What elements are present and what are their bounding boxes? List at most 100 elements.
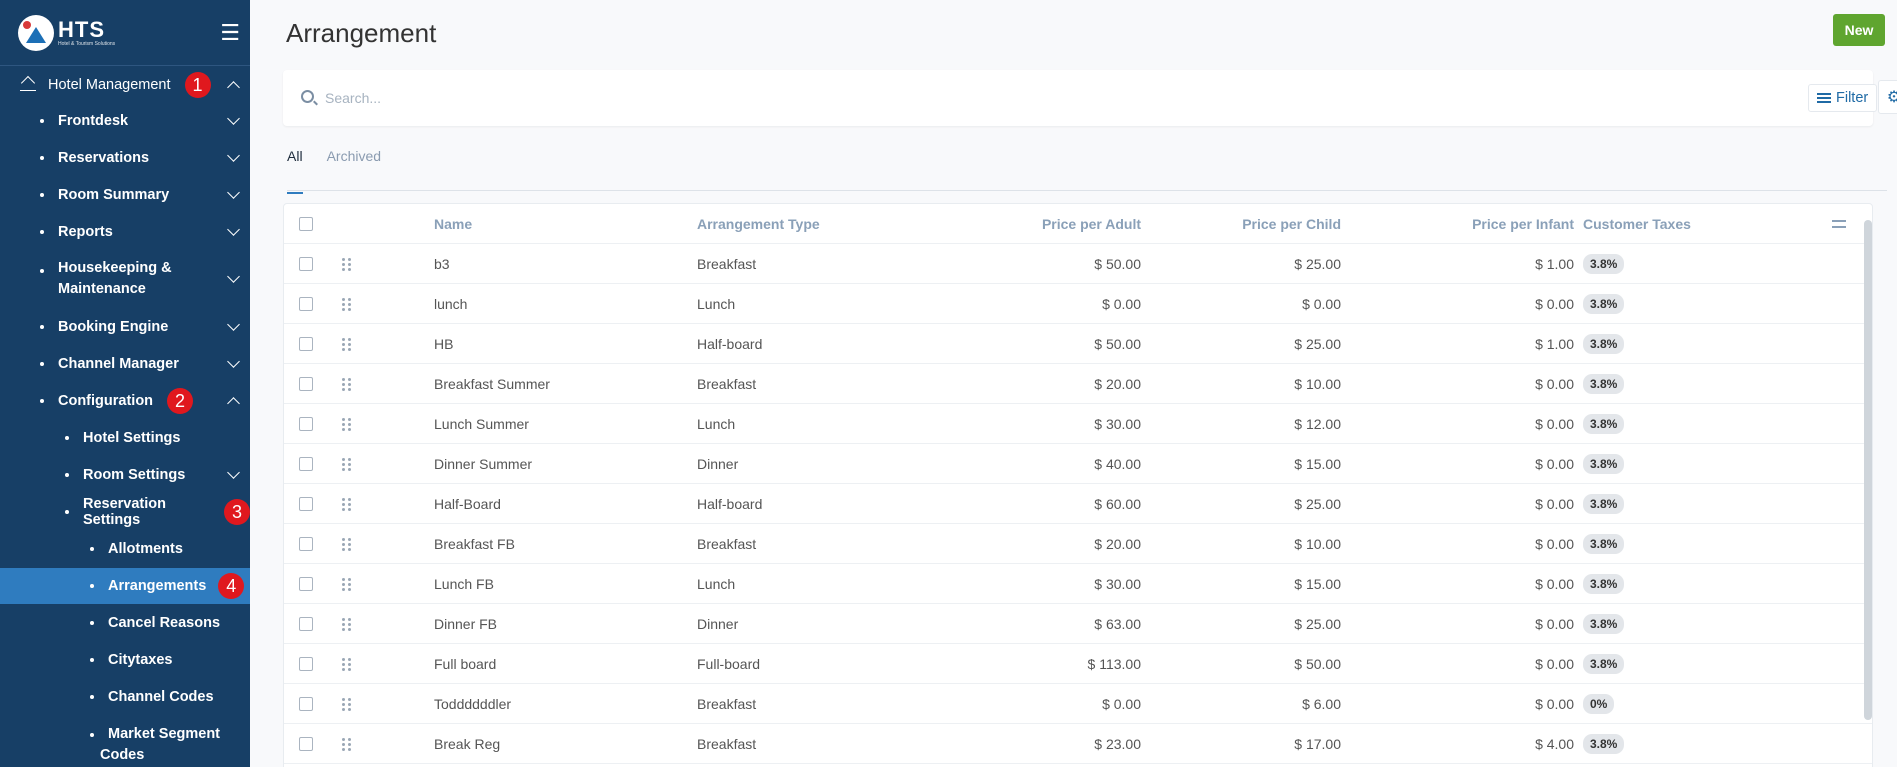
- row-checkbox[interactable]: [299, 497, 313, 511]
- drag-handle-icon[interactable]: [342, 657, 352, 671]
- row-checkbox[interactable]: [299, 697, 313, 711]
- filter-button[interactable]: Filter: [1808, 84, 1878, 112]
- sidebar-item-label: Citytaxes: [108, 652, 173, 668]
- sidebar-item-reports[interactable]: Reports: [0, 217, 250, 247]
- sidebar-item-housekeeping[interactable]: Housekeeping & Maintenance: [0, 258, 250, 300]
- sidebar-item-configuration[interactable]: Configuration 2: [0, 386, 250, 416]
- table-row[interactable]: Toddddddler Breakfast $ 0.00 $ 6.00 $ 0.…: [284, 684, 1872, 724]
- vertical-scrollbar[interactable]: [1864, 220, 1872, 720]
- row-checkbox[interactable]: [299, 537, 313, 551]
- drag-handle-icon[interactable]: [342, 537, 352, 551]
- row-checkbox[interactable]: [299, 657, 313, 671]
- bullet-icon: [90, 695, 94, 699]
- cell-name: b3: [434, 256, 450, 272]
- table-row[interactable]: Lunch Summer Lunch $ 30.00 $ 12.00 $ 0.0…: [284, 404, 1872, 444]
- table-row[interactable]: Lunch FB Lunch $ 30.00 $ 15.00 $ 0.00 3.…: [284, 564, 1872, 604]
- column-header-customer-taxes[interactable]: Customer Taxes: [1583, 204, 1691, 244]
- column-header-price-adult[interactable]: Price per Adult: [904, 204, 1141, 244]
- step-badge: 2: [167, 388, 194, 414]
- table-row[interactable]: Half-Board Half-board $ 60.00 $ 25.00 $ …: [284, 484, 1872, 524]
- column-settings-icon[interactable]: [1832, 218, 1846, 230]
- cell-name: Dinner Summer: [434, 456, 533, 472]
- sidebar-item-frontdesk[interactable]: Frontdesk: [0, 106, 250, 136]
- settings-gear-button[interactable]: ⚙: [1878, 80, 1897, 114]
- drag-handle-icon[interactable]: [342, 697, 352, 711]
- hamburger-menu-icon[interactable]: ☰: [220, 20, 240, 46]
- row-checkbox[interactable]: [299, 337, 313, 351]
- tax-badge: 3.8%: [1583, 494, 1625, 514]
- row-checkbox[interactable]: [299, 617, 313, 631]
- tabs-divider: [287, 190, 1887, 191]
- table-row[interactable]: Dinner FB Dinner $ 63.00 $ 25.00 $ 0.00 …: [284, 604, 1872, 644]
- row-checkbox[interactable]: [299, 257, 313, 271]
- column-header-price-infant[interactable]: Price per Infant: [1341, 204, 1574, 244]
- drag-handle-icon[interactable]: [342, 417, 352, 431]
- sidebar-item-citytaxes[interactable]: Citytaxes: [0, 645, 250, 675]
- cell-price-child: $ 17.00: [1294, 736, 1341, 752]
- table-row[interactable]: Dinner Summer Dinner $ 40.00 $ 15.00 $ 0…: [284, 444, 1872, 484]
- table-row[interactable]: b3 Breakfast $ 50.00 $ 25.00 $ 1.00 3.8%: [284, 244, 1872, 284]
- sidebar-item-cancel-reasons[interactable]: Cancel Reasons: [0, 608, 250, 638]
- drag-handle-icon[interactable]: [342, 377, 352, 391]
- sidebar-item-room-summary[interactable]: Room Summary: [0, 180, 250, 210]
- tab-all[interactable]: All: [287, 148, 303, 194]
- table-row[interactable]: Breakfast FB Breakfast $ 20.00 $ 10.00 $…: [284, 524, 1872, 564]
- column-header-price-child[interactable]: Price per Child: [1141, 204, 1341, 244]
- sidebar-item-hotel-management[interactable]: Hotel Management 1: [0, 70, 250, 100]
- cell-price-adult: $ 63.00: [1094, 616, 1141, 632]
- table-row[interactable]: Breakfast Summer Breakfast $ 20.00 $ 10.…: [284, 364, 1872, 404]
- drag-handle-icon[interactable]: [342, 577, 352, 591]
- row-checkbox[interactable]: [299, 417, 313, 431]
- tax-badge: 3.8%: [1583, 334, 1625, 354]
- row-checkbox[interactable]: [299, 737, 313, 751]
- sidebar-item-reservations[interactable]: Reservations: [0, 143, 250, 173]
- sidebar-header: HTS Hotel & Tourism Solutions ☰: [0, 0, 250, 66]
- drag-handle-icon[interactable]: [342, 617, 352, 631]
- bullet-icon: [40, 269, 44, 273]
- drag-handle-icon[interactable]: [342, 337, 352, 351]
- sidebar-item-reservation-settings[interactable]: Reservation Settings 3: [0, 496, 250, 528]
- table-row[interactable]: Break Reg Breakfast $ 23.00 $ 17.00 $ 4.…: [284, 724, 1872, 764]
- logo[interactable]: HTS Hotel & Tourism Solutions: [18, 14, 115, 51]
- row-checkbox[interactable]: [299, 577, 313, 591]
- sidebar-item-channel-manager[interactable]: Channel Manager: [0, 349, 250, 379]
- cell-price-infant: $ 1.00: [1535, 336, 1574, 352]
- drag-handle-icon[interactable]: [342, 257, 352, 271]
- cell-price-infant: $ 0.00: [1535, 656, 1574, 672]
- cell-price-child: $ 25.00: [1294, 256, 1341, 272]
- table-row[interactable]: lunch Lunch $ 0.00 $ 0.00 $ 0.00 3.8%: [284, 284, 1872, 324]
- bullet-icon: [65, 510, 69, 514]
- search-bar: Filter ⚙: [283, 70, 1897, 126]
- drag-handle-icon[interactable]: [342, 457, 352, 471]
- cell-price-adult: $ 60.00: [1094, 496, 1141, 512]
- select-all-checkbox[interactable]: [299, 217, 313, 231]
- tax-badge: 3.8%: [1583, 294, 1625, 314]
- cell-price-infant: $ 0.00: [1535, 376, 1574, 392]
- sidebar-item-channel-codes[interactable]: Channel Codes: [0, 682, 250, 712]
- sidebar-item-allotments[interactable]: Allotments: [0, 534, 250, 564]
- drag-handle-icon[interactable]: [342, 297, 352, 311]
- sidebar-item-hotel-settings[interactable]: Hotel Settings: [0, 423, 250, 453]
- cell-price-child: $ 50.00: [1294, 656, 1341, 672]
- search-input[interactable]: [325, 84, 1625, 112]
- sidebar-item-label: Channel Manager: [58, 356, 179, 372]
- column-header-name[interactable]: Name: [434, 204, 472, 244]
- sidebar-item-arrangements[interactable]: Arrangements 4: [0, 568, 250, 604]
- sidebar-item-room-settings[interactable]: Room Settings: [0, 460, 250, 490]
- sidebar: HTS Hotel & Tourism Solutions ☰ Hotel Ma…: [0, 0, 250, 767]
- page-title: Arrangement: [286, 18, 437, 48]
- sidebar-item-booking-engine[interactable]: Booking Engine: [0, 312, 250, 342]
- table-row[interactable]: Full board Full-board $ 113.00 $ 50.00 $…: [284, 644, 1872, 684]
- new-button[interactable]: New: [1833, 14, 1885, 46]
- table-row[interactable]: HB Half-board $ 50.00 $ 25.00 $ 1.00 3.8…: [284, 324, 1872, 364]
- row-checkbox[interactable]: [299, 377, 313, 391]
- drag-handle-icon[interactable]: [342, 497, 352, 511]
- sidebar-item-label: Market Segment: [108, 726, 221, 742]
- row-checkbox[interactable]: [299, 297, 313, 311]
- tab-archived[interactable]: Archived: [327, 148, 381, 194]
- row-checkbox[interactable]: [299, 457, 313, 471]
- column-header-arrangement-type[interactable]: Arrangement Type: [697, 204, 820, 244]
- drag-handle-icon[interactable]: [342, 737, 352, 751]
- cell-price-infant: $ 0.00: [1535, 616, 1574, 632]
- sidebar-item-market-segment-codes[interactable]: Market Segment Codes: [0, 724, 250, 766]
